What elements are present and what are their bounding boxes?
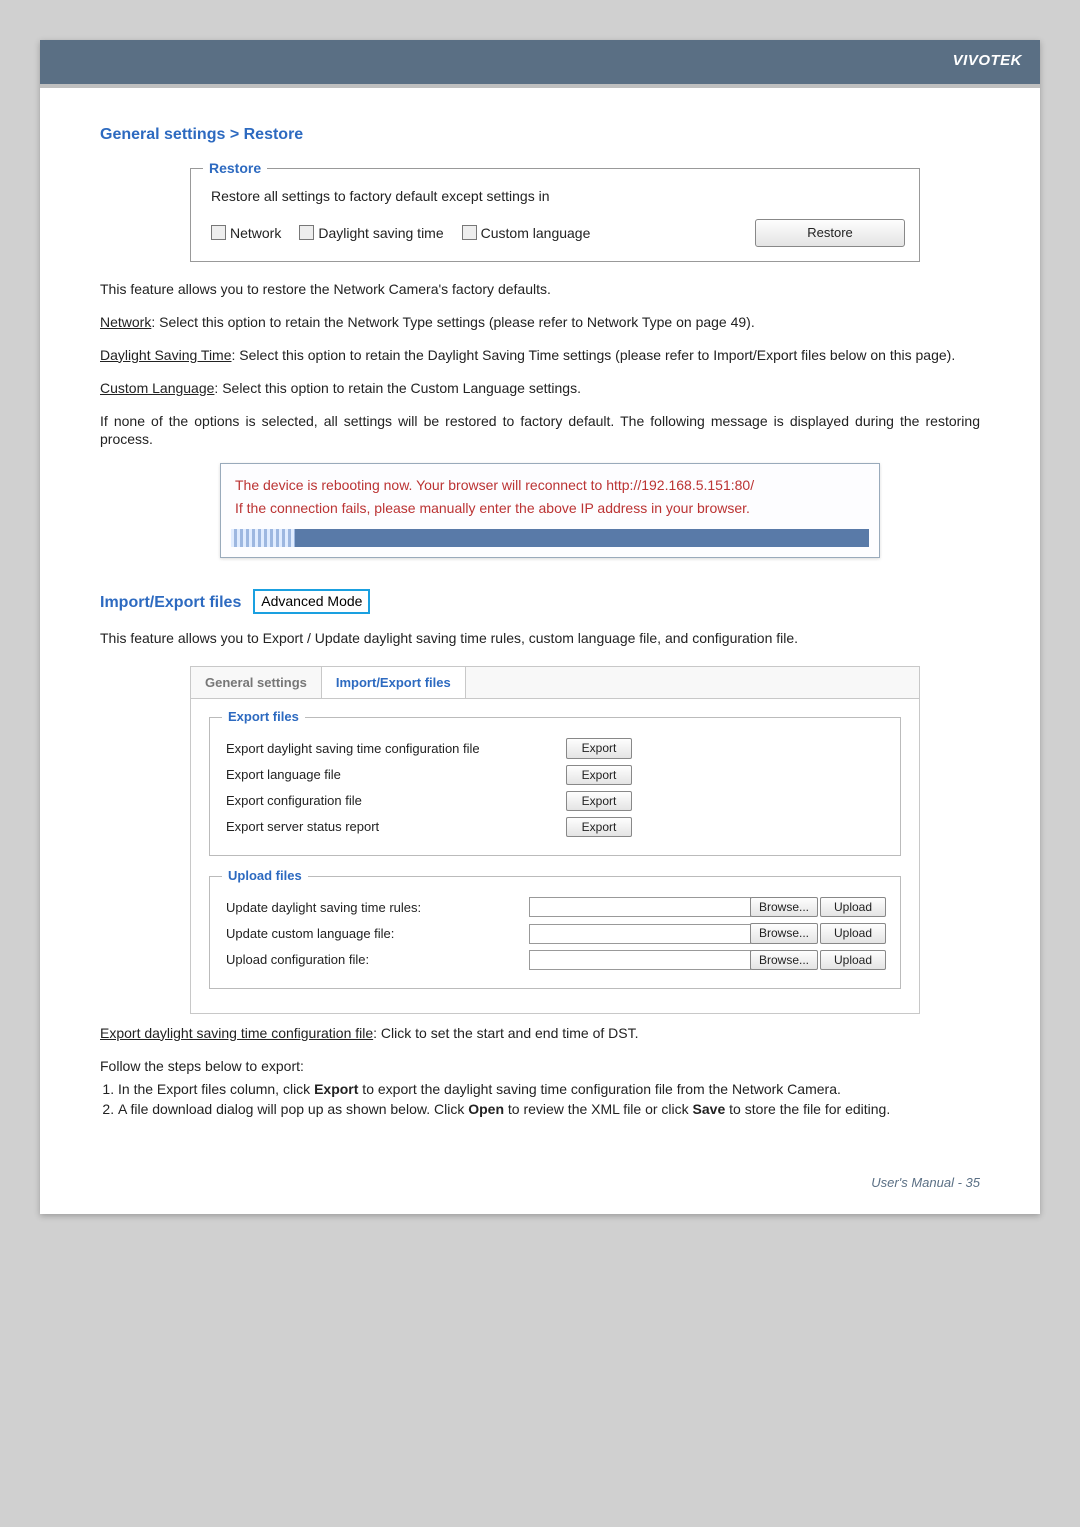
restore-button[interactable]: Restore [755, 219, 905, 247]
progress-fill [231, 529, 295, 547]
advanced-mode-badge: Advanced Mode [253, 589, 370, 614]
brand-label: VIVOTEK [953, 52, 1022, 69]
checkbox-lang-label: Custom language [481, 225, 591, 241]
export-files-fieldset: Export files Export daylight saving time… [209, 717, 901, 856]
file-input-language[interactable] [529, 924, 751, 944]
tabs-bar: General settings Import/Export files [191, 667, 919, 700]
browse-button-config[interactable]: Browse... [750, 950, 818, 970]
browse-button-language[interactable]: Browse... [750, 923, 818, 943]
footer-page-number: 35 [966, 1175, 980, 1190]
restore-desc: Restore all settings to factory default … [211, 187, 905, 206]
browse-button-dst[interactable]: Browse... [750, 897, 818, 917]
import-export-desc: This feature allows you to Export / Upda… [100, 629, 980, 648]
reboot-message-box: The device is rebooting now. Your browse… [220, 463, 880, 558]
reboot-line1: The device is rebooting now. Your browse… [235, 474, 865, 496]
restore-fieldset: Restore Restore all settings to factory … [190, 168, 920, 262]
footer-label: User's Manual - [871, 1175, 965, 1190]
page-footer: User's Manual - 35 [40, 1145, 1040, 1214]
lang-para: Custom Language: Select this option to r… [100, 379, 980, 398]
dst-text: : Select this option to retain the Dayli… [232, 347, 956, 363]
header-band: VIVOTEK [40, 40, 1040, 84]
upload-row-label: Upload configuration file: [226, 951, 456, 969]
reboot-line2: If the connection fails, please manually… [235, 497, 865, 519]
export-dst-text: : Click to set the start and end time of… [373, 1025, 638, 1041]
checkbox-dst-label: Daylight saving time [318, 225, 443, 241]
network-underline: Network [100, 314, 151, 330]
tab-general-settings[interactable]: General settings [191, 667, 322, 699]
network-text: : Select this option to retain the Netwo… [151, 314, 754, 330]
breadcrumb: General settings > Restore [100, 124, 980, 146]
step-2: A file download dialog will pop up as sh… [118, 1100, 980, 1119]
dst-para: Daylight Saving Time: Select this option… [100, 346, 980, 365]
intro-text: This feature allows you to restore the N… [100, 280, 980, 299]
export-row-label: Export language file [226, 766, 566, 784]
step-1: In the Export files column, click Export… [118, 1080, 980, 1099]
file-input-config[interactable] [529, 950, 751, 970]
network-para: Network: Select this option to retain th… [100, 313, 980, 332]
none-para: If none of the options is selected, all … [100, 412, 980, 450]
export-dst-para: Export daylight saving time configuratio… [100, 1024, 980, 1043]
restore-legend: Restore [203, 159, 267, 178]
export-row-label: Export server status report [226, 818, 566, 836]
tabs-panel: General settings Import/Export files Exp… [190, 666, 920, 1014]
upload-button-dst[interactable]: Upload [820, 897, 886, 917]
upload-button-config[interactable]: Upload [820, 950, 886, 970]
steps-intro: Follow the steps below to export: [100, 1057, 980, 1076]
lang-underline: Custom Language [100, 380, 214, 396]
export-row-label: Export configuration file [226, 792, 566, 810]
dst-underline: Daylight Saving Time [100, 347, 232, 363]
export-files-legend: Export files [222, 708, 305, 726]
export-button-config[interactable]: Export [566, 791, 632, 811]
upload-button-language[interactable]: Upload [820, 923, 886, 943]
export-dst-underline: Export daylight saving time configuratio… [100, 1025, 373, 1041]
tab-import-export-files[interactable]: Import/Export files [322, 667, 466, 699]
checkbox-custom-language[interactable]: Custom language [462, 223, 591, 243]
upload-files-fieldset: Upload files Update daylight saving time… [209, 876, 901, 989]
progress-bar [231, 529, 869, 547]
lang-text: : Select this option to retain the Custo… [214, 380, 581, 396]
export-button-status[interactable]: Export [566, 817, 632, 837]
file-input-dst[interactable] [529, 897, 751, 917]
upload-row-label: Update custom language file: [226, 925, 456, 943]
upload-row-label: Update daylight saving time rules: [226, 899, 456, 917]
checkbox-network[interactable]: Network [211, 223, 281, 243]
import-export-title: Import/Export files [100, 592, 241, 614]
checkbox-dst[interactable]: Daylight saving time [299, 223, 443, 243]
export-row-label: Export daylight saving time configuratio… [226, 740, 566, 758]
checkbox-network-label: Network [230, 225, 281, 241]
export-button-dst[interactable]: Export [566, 738, 632, 758]
upload-files-legend: Upload files [222, 867, 308, 885]
import-export-heading-row: Import/Export files Advanced Mode [100, 590, 980, 615]
steps-list: In the Export files column, click Export… [102, 1080, 980, 1120]
export-button-language[interactable]: Export [566, 765, 632, 785]
